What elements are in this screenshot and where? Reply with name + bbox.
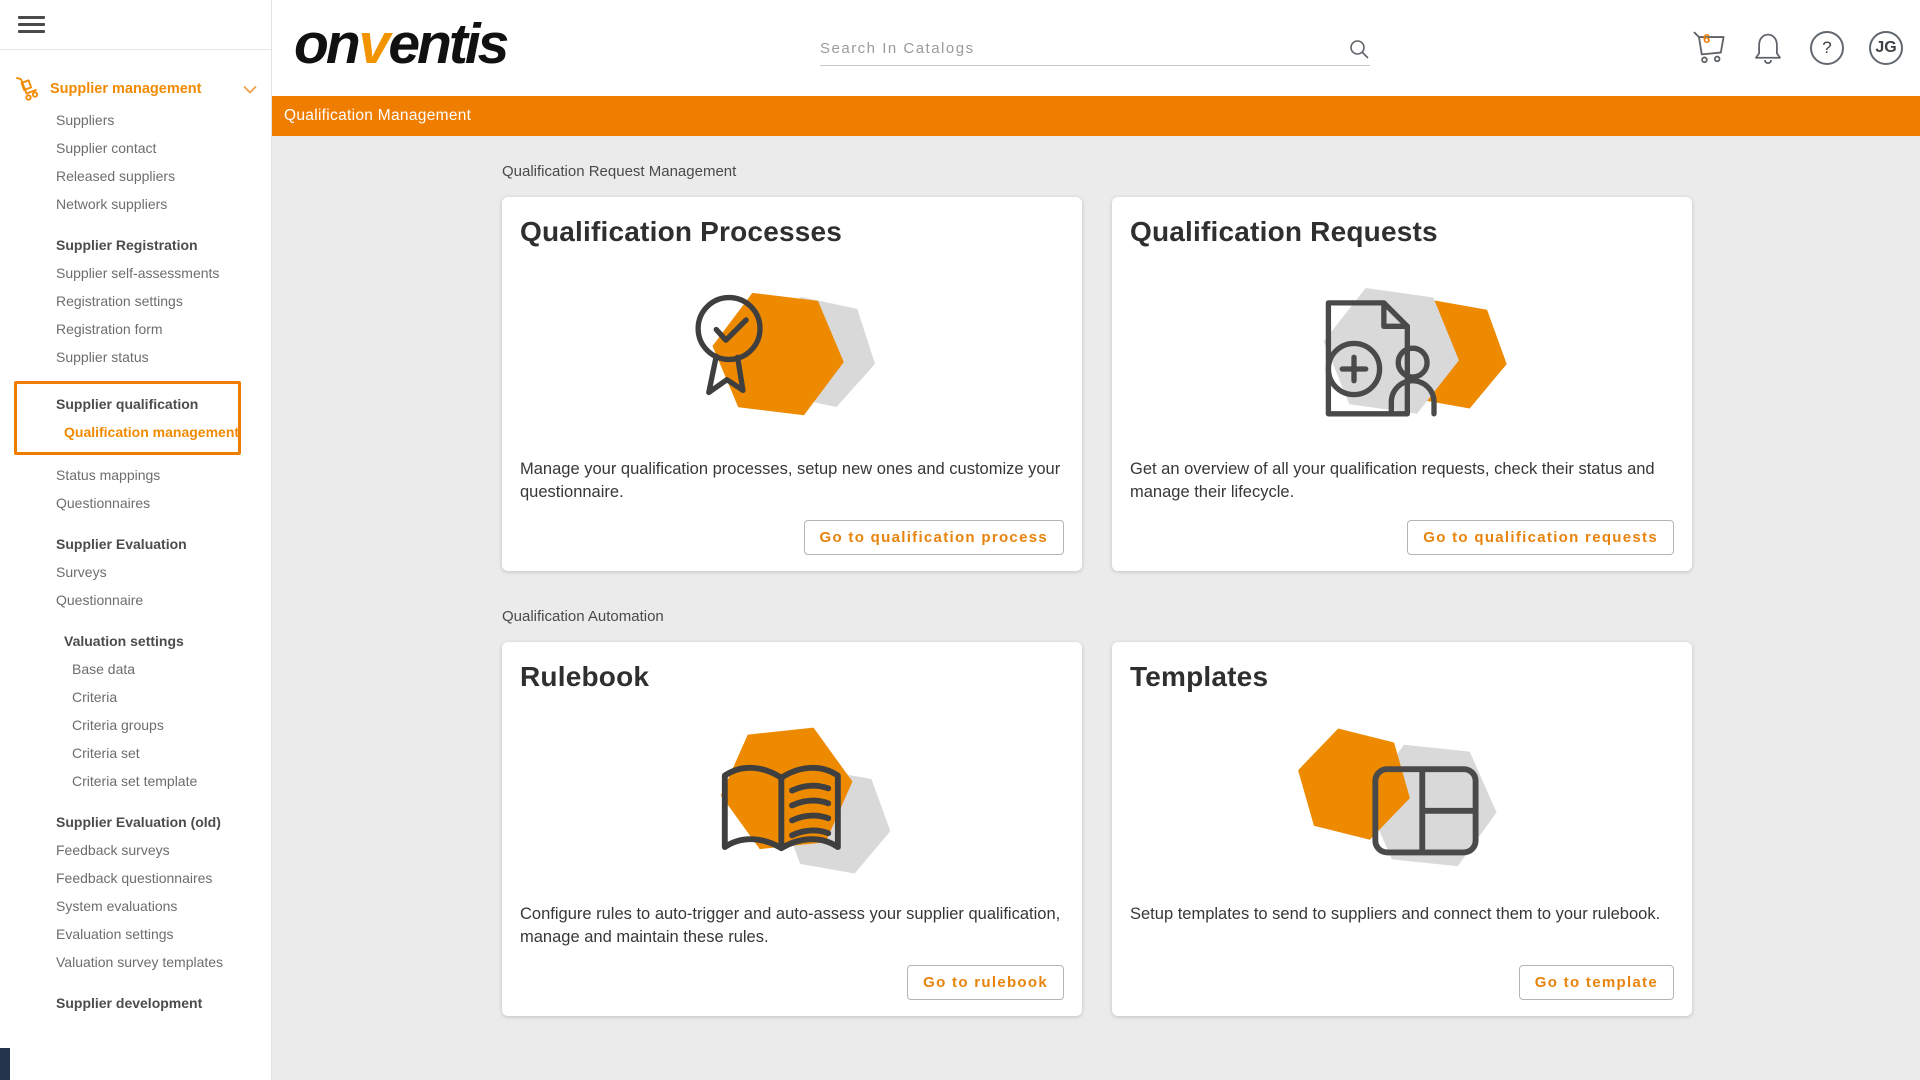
cards-row-1: Qualification Processes Manage xyxy=(502,197,1920,571)
app-root: Supplier management Suppliers Supplier c… xyxy=(0,0,1920,1080)
sidebar-item-supplier-self-assessments[interactable]: Supplier self-assessments xyxy=(0,259,271,287)
section-label-qualification-automation: Qualification Automation xyxy=(502,608,1920,625)
sidebar-item-criteria[interactable]: Criteria xyxy=(0,683,271,711)
sidebar-item-qualification-management[interactable]: Qualification management xyxy=(17,418,238,446)
sidebar-item-supplier-contact[interactable]: Supplier contact xyxy=(0,134,271,162)
section-label-qualification-request-management: Qualification Request Management xyxy=(502,163,1920,180)
sidebar-item-criteria-set[interactable]: Criteria set xyxy=(0,739,271,767)
card-title: Qualification Processes xyxy=(520,216,1064,248)
avatar-initials: JG xyxy=(1875,39,1896,57)
sidebar-item-evaluation-settings[interactable]: Evaluation settings xyxy=(0,920,271,948)
card-description: Configure rules to auto-trigger and auto… xyxy=(520,903,1064,951)
sidebar-top-bar xyxy=(0,0,271,50)
sidebar-item-supplier-management[interactable]: Supplier management xyxy=(0,72,271,106)
help-button[interactable]: ? xyxy=(1807,28,1847,68)
sidebar-item-suppliers[interactable]: Suppliers xyxy=(0,106,271,134)
sidebar-item-network-suppliers[interactable]: Network suppliers xyxy=(0,190,271,218)
sidebar-item-questionnaires[interactable]: Questionnaires xyxy=(0,489,271,517)
catalog-search xyxy=(820,32,1370,66)
sidebar-item-feedback-surveys[interactable]: Feedback surveys xyxy=(0,836,271,864)
help-icon: ? xyxy=(1810,31,1844,65)
onventis-logo[interactable]: onventis xyxy=(294,16,506,81)
notifications-button[interactable] xyxy=(1748,28,1788,68)
sidebar-item-base-data[interactable]: Base data xyxy=(0,655,271,683)
hand-truck-icon xyxy=(14,76,40,102)
sidebar-item-valuation-survey-templates[interactable]: Valuation survey templates xyxy=(0,948,271,976)
go-to-qualification-requests-button[interactable]: Go to qualification requests xyxy=(1407,520,1674,555)
main-area: onventis xyxy=(272,0,1920,1080)
sidebar-item-registration-settings[interactable]: Registration settings xyxy=(0,287,271,315)
card-title: Rulebook xyxy=(520,661,1064,693)
go-to-qualification-process-button[interactable]: Go to qualification process xyxy=(804,520,1064,555)
document-add-person-hexagon-illustration xyxy=(1130,248,1674,458)
valuation-settings-group: Valuation settings Base data Criteria Cr… xyxy=(0,627,271,795)
sidebar-item-criteria-groups[interactable]: Criteria groups xyxy=(0,711,271,739)
medal-check-hexagon-illustration xyxy=(520,248,1064,458)
page-title: Qualification Management xyxy=(284,107,471,125)
cart-badge: 6 xyxy=(1703,31,1710,46)
sidebar-header-supplier-evaluation-old: Supplier Evaluation (old) xyxy=(0,808,271,836)
card-qualification-requests: Qualification Requests xyxy=(1112,197,1692,571)
sidebar-item-surveys[interactable]: Surveys xyxy=(0,558,271,586)
card-templates: Templates Setup templates to se xyxy=(1112,642,1692,1016)
page-content: Qualification Request Management Qualifi… xyxy=(272,136,1920,1080)
sidebar-item-criteria-set-template[interactable]: Criteria set template xyxy=(0,767,271,795)
sidebar-item-label: Supplier management xyxy=(50,81,201,97)
help-glyph: ? xyxy=(1822,38,1831,58)
sidebar-item-released-suppliers[interactable]: Released suppliers xyxy=(0,162,271,190)
chevron-down-icon xyxy=(243,85,257,94)
go-to-rulebook-button[interactable]: Go to rulebook xyxy=(907,965,1064,1000)
top-header: onventis xyxy=(272,0,1920,96)
sidebar-item-registration-form[interactable]: Registration form xyxy=(0,315,271,343)
header-icons: 6 ? JG xyxy=(1689,0,1906,96)
cards-row-2: Rulebook xyxy=(502,642,1920,1016)
sidebar-header-valuation-settings: Valuation settings xyxy=(0,627,271,655)
notification-bell-icon xyxy=(1752,30,1784,66)
hamburger-menu-icon[interactable] xyxy=(18,12,45,38)
logo-checkmark-v: v xyxy=(358,12,389,76)
avatar: JG xyxy=(1869,31,1903,65)
card-description: Setup templates to send to suppliers and… xyxy=(1130,903,1674,951)
card-qualification-processes: Qualification Processes Manage xyxy=(502,197,1082,571)
layout-grid-hexagon-illustration xyxy=(1130,693,1674,903)
cart-button[interactable]: 6 xyxy=(1689,28,1729,68)
search-input[interactable] xyxy=(820,40,1348,57)
sidebar: Supplier management Suppliers Supplier c… xyxy=(0,0,272,1080)
breadcrumb: Qualification Management xyxy=(272,96,1920,136)
sidebar-header-supplier-registration: Supplier Registration xyxy=(0,231,271,259)
sidebar-item-supplier-status[interactable]: Supplier status xyxy=(0,343,271,371)
sidebar-header-supplier-development: Supplier development xyxy=(0,989,271,1017)
sidebar-header-supplier-qualification: Supplier qualification xyxy=(17,390,238,418)
logo-text-on: on xyxy=(294,12,358,76)
sidebar-item-feedback-questionnaires[interactable]: Feedback questionnaires xyxy=(0,864,271,892)
card-title: Templates xyxy=(1130,661,1674,693)
active-section-highlight: Supplier qualification Qualification man… xyxy=(14,381,241,455)
open-book-hexagon-illustration xyxy=(520,693,1064,903)
sidebar-item-questionnaire[interactable]: Questionnaire xyxy=(0,586,271,614)
card-description: Manage your qualification processes, set… xyxy=(520,458,1064,506)
user-menu-button[interactable]: JG xyxy=(1866,28,1906,68)
card-rulebook: Rulebook xyxy=(502,642,1082,1016)
logo-text-entis: entis xyxy=(388,12,506,76)
sidebar-item-system-evaluations[interactable]: System evaluations xyxy=(0,892,271,920)
sidebar-item-status-mappings[interactable]: Status mappings xyxy=(0,461,271,489)
sidebar-header-supplier-evaluation: Supplier Evaluation xyxy=(0,530,271,558)
scrollbar-thumb[interactable] xyxy=(0,1048,10,1080)
search-icon[interactable] xyxy=(1348,38,1370,60)
card-title: Qualification Requests xyxy=(1130,216,1674,248)
sidebar-nav: Supplier management Suppliers Supplier c… xyxy=(0,50,271,1017)
card-description: Get an overview of all your qualificatio… xyxy=(1130,458,1674,506)
go-to-template-button[interactable]: Go to template xyxy=(1519,965,1674,1000)
